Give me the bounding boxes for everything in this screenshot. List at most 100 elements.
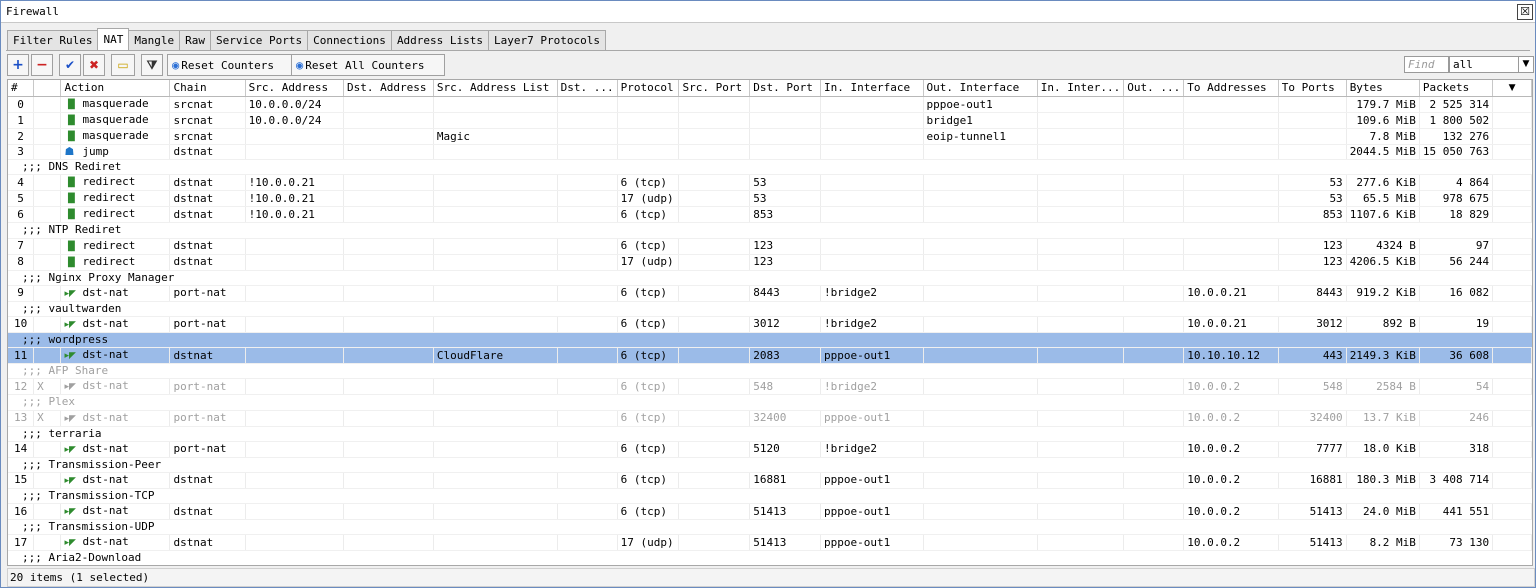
table-row[interactable]: 12 X ▸◤ dst-nat port-nat 6 (tcp) 548 !bridge2 10… — [8, 378, 1532, 396]
table-row[interactable]: 14 ▸◤ dst-nat port-nat 6 (tcp) 5120 !bridge2 10… — [8, 441, 1532, 458]
empty-cell — [1037, 238, 1125, 255]
rule-flag — [33, 112, 62, 129]
column-header-number[interactable]: # — [8, 80, 35, 97]
empty-cell — [1123, 410, 1185, 427]
outif-cell — [923, 174, 1038, 192]
comment-row[interactable]: ;;; Transmission-TCP — [8, 488, 1532, 505]
empty-cell — [1492, 503, 1532, 521]
empty-cell — [1492, 190, 1532, 208]
column-header-packets[interactable]: Packets — [1419, 80, 1494, 97]
column-header-in-interface[interactable]: In. Interface — [820, 80, 924, 97]
table-row[interactable]: 6 ▐▌ redirect dstnat !10.0.0.21 6 (tcp) 853 853… — [8, 206, 1532, 224]
table-row[interactable]: 9 ▸◤ dst-nat port-nat 6 (tcp) 8443 !bridge2 10.… — [8, 285, 1532, 302]
tab-nat[interactable]: NAT — [97, 28, 130, 50]
tab-service-ports[interactable]: Service Ports — [209, 30, 309, 50]
redirect-icon: ▐▌ — [64, 178, 79, 189]
comment-row[interactable]: ;;; Aria2-Download — [8, 550, 1532, 565]
redirect-icon: ▐▌ — [64, 257, 79, 268]
table-row[interactable]: 4 ▐▌ redirect dstnat !10.0.0.21 6 (tcp) 53 53 27… — [8, 174, 1532, 192]
filter-select[interactable]: all — [1449, 56, 1520, 73]
comment-row[interactable]: ;;; DNS Rediret — [8, 159, 1532, 176]
table-row[interactable]: 7 ▐▌ redirect dstnat 6 (tcp) 123 123 4324 B 97 — [8, 238, 1532, 255]
column-header-in-inter[interactable]: In. Inter... — [1037, 80, 1125, 97]
column-menu-icon[interactable]: ▼ — [1492, 80, 1532, 97]
table-row[interactable]: 3 ☗ jump dstnat 2044.5 MiB 15 050 763 — [8, 144, 1532, 161]
column-header-protocol[interactable]: Protocol — [617, 80, 680, 97]
column-header-out[interactable]: Out. ... — [1123, 80, 1185, 97]
comment-row[interactable]: ;;; vaultwarden — [8, 301, 1532, 317]
tab-connections[interactable]: Connections — [307, 30, 392, 50]
enable-button[interactable]: ✔ — [59, 54, 81, 76]
action-cell: ▸◤ dst-nat — [60, 534, 171, 552]
srclist-cell — [433, 112, 558, 129]
title-bar[interactable]: Firewall ☒ — [1, 1, 1535, 23]
column-header-flags[interactable] — [33, 80, 62, 97]
rule-flag — [33, 503, 62, 521]
comment-row[interactable]: ;;; Nginx Proxy Manager — [8, 270, 1532, 286]
bytes-cell: 109.6 MiB — [1346, 112, 1420, 129]
column-header-action[interactable]: Action — [60, 80, 171, 97]
tab-raw[interactable]: Raw — [179, 30, 211, 50]
comment-row[interactable]: ;;; Plex — [8, 394, 1532, 411]
column-header-dst[interactable]: Dst. ... — [557, 80, 618, 97]
find-input[interactable]: Find — [1404, 56, 1449, 73]
tab-mangle[interactable]: Mangle — [128, 30, 181, 50]
comment-row[interactable]: ;;; terraria — [8, 426, 1532, 442]
column-header-chain[interactable]: Chain — [169, 80, 246, 97]
close-icon[interactable]: ☒ — [1517, 4, 1533, 20]
dport-cell: 16881 — [749, 472, 822, 489]
column-header-dst-port[interactable]: Dst. Port — [749, 80, 822, 97]
comment-row[interactable]: ;;; AFP Share — [8, 363, 1532, 380]
comment-row[interactable]: ;;; Transmission-UDP — [8, 519, 1532, 536]
table-row[interactable]: 15 ▸◤ dst-nat dstnat 6 (tcp) 16881 pppoe-out1 1… — [8, 472, 1532, 489]
chevron-down-icon[interactable]: ▼ — [1518, 56, 1534, 73]
packets-cell: 56 244 — [1419, 254, 1494, 271]
column-header-to-ports[interactable]: To Ports — [1278, 80, 1347, 97]
action-label: dst-nat — [82, 472, 129, 486]
toports-cell — [1278, 96, 1347, 113]
comment-row[interactable]: ;;; wordpress — [8, 332, 1532, 349]
reset-counters-button[interactable]: ◉ Reset Counters — [167, 54, 295, 76]
rule-number: 6 — [8, 206, 35, 224]
tab-filter-rules[interactable]: Filter Rules — [7, 30, 99, 50]
tab-address-lists[interactable]: Address Lists — [390, 30, 490, 50]
action-cell: ▸◤ dst-nat — [60, 378, 171, 396]
dport-cell: 853 — [749, 206, 822, 224]
remove-button[interactable]: − — [31, 54, 53, 76]
comment-button[interactable]: ▭ — [111, 54, 135, 76]
srclist-cell — [433, 96, 558, 113]
column-header-src-address[interactable]: Src. Address — [245, 80, 345, 97]
table-row[interactable]: 2 ▐▌ masquerade srcnat Magic eoip-tunnel1 7.8 … — [8, 128, 1532, 145]
column-header-to-addresses[interactable]: To Addresses — [1183, 80, 1279, 97]
reset-all-counters-button[interactable]: ◉ Reset All Counters — [291, 54, 445, 76]
column-header-out-interface[interactable]: Out. Interface — [923, 80, 1038, 97]
tab-layer7-protocols[interactable]: Layer7 Protocols — [488, 30, 606, 50]
table-row[interactable]: 13 X ▸◤ dst-nat port-nat 6 (tcp) 32400 pppoe-ou… — [8, 410, 1532, 427]
table-row[interactable]: 8 ▐▌ redirect dstnat 17 (udp) 123 123 4206.5 Ki… — [8, 254, 1532, 271]
disable-button[interactable]: ✖ — [83, 54, 105, 76]
redirect-icon: ▐▌ — [64, 194, 79, 205]
action-cell: ▸◤ dst-nat — [60, 285, 171, 302]
table-row[interactable]: 1 ▐▌ masquerade srcnat 10.0.0.0/24 bridge1 109… — [8, 112, 1532, 129]
comment-row[interactable]: ;;; NTP Rediret — [8, 222, 1532, 239]
rule-number: 15 — [8, 472, 35, 489]
column-header-src-address-list[interactable]: Src. Address List — [433, 80, 558, 97]
filter-button[interactable]: ⧩ — [141, 54, 163, 76]
table-row[interactable]: 10 ▸◤ dst-nat port-nat 6 (tcp) 3012 !bridge2 10… — [8, 316, 1532, 333]
column-header-src-port[interactable]: Src. Port — [678, 80, 751, 97]
reset-icon: ◉ — [172, 58, 180, 72]
toaddr-cell: 10.0.0.2 — [1183, 441, 1279, 458]
table-row[interactable]: 5 ▐▌ redirect dstnat !10.0.0.21 17 (udp) 53 53 6… — [8, 190, 1532, 208]
table-row[interactable]: 16 ▸◤ dst-nat dstnat 6 (tcp) 51413 pppoe-out1 1… — [8, 503, 1532, 521]
column-header-dst-address[interactable]: Dst. Address — [343, 80, 434, 97]
toports-cell: 53 — [1278, 174, 1347, 192]
table-row[interactable]: 17 ▸◤ dst-nat dstnat 17 (udp) 51413 pppoe-out1… — [8, 534, 1532, 552]
comment-row[interactable]: ;;; Transmission-Peer — [8, 457, 1532, 473]
table-row[interactable]: 11 ▸◤ dst-nat dstnat CloudFlare 6 (tcp) 2083 pp… — [8, 347, 1532, 365]
column-header-bytes[interactable]: Bytes — [1346, 80, 1420, 97]
table-row[interactable]: 0 ▐▌ masquerade srcnat 10.0.0.0/24 pppoe-out1… — [8, 96, 1532, 113]
empty-cell — [1123, 285, 1185, 302]
toaddr-cell — [1183, 238, 1279, 255]
add-button[interactable]: + — [7, 54, 29, 76]
src-cell — [245, 441, 345, 458]
